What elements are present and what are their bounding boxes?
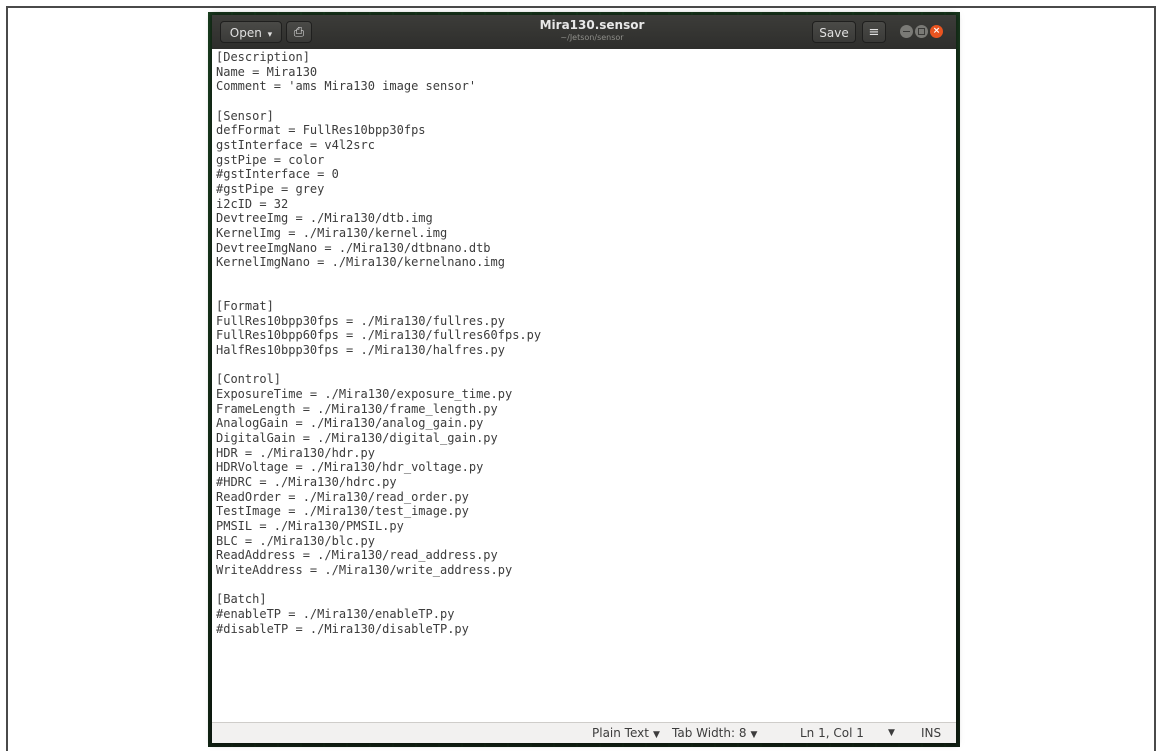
code-line[interactable]: Comment = 'ams Mira130 image sensor' xyxy=(216,79,956,94)
code-line[interactable]: #gstPipe = grey xyxy=(216,182,956,197)
code-line[interactable]: DevtreeImg = ./Mira130/dtb.img xyxy=(216,211,956,226)
code-line[interactable]: ReadAddress = ./Mira130/read_address.py xyxy=(216,548,956,563)
insert-mode-indicator: INS xyxy=(921,726,942,740)
code-line[interactable]: [Batch] xyxy=(216,592,956,607)
cursor-position[interactable]: Ln 1, Col 1 xyxy=(800,725,864,742)
hamburger-menu-button[interactable]: ≡ xyxy=(862,21,886,43)
minimize-icon[interactable] xyxy=(900,25,913,38)
code-line[interactable]: gstPipe = color xyxy=(216,153,956,168)
code-line[interactable] xyxy=(216,270,956,285)
close-icon[interactable]: × xyxy=(930,25,943,38)
code-line[interactable] xyxy=(216,358,956,373)
code-line[interactable]: ReadOrder = ./Mira130/read_order.py xyxy=(216,490,956,505)
code-line[interactable]: WriteAddress = ./Mira130/write_address.p… xyxy=(216,563,956,578)
text-editor-window: Open ▾ ⎙ Mira130.sensor ~/Jetson/sensor … xyxy=(212,15,956,743)
code-line[interactable]: defFormat = FullRes10bpp30fps xyxy=(216,123,956,138)
code-line[interactable]: [Sensor] xyxy=(216,109,956,124)
document-icon: ⎙ xyxy=(293,25,305,40)
tab-width-selector[interactable]: Tab Width: 8 ▼ xyxy=(672,725,757,744)
code-line[interactable]: HDRVoltage = ./Mira130/hdr_voltage.py xyxy=(216,460,956,475)
window-subtitle: ~/Jetson/sensor xyxy=(560,33,624,42)
code-line[interactable]: HalfRes10bpp30fps = ./Mira130/halfres.py xyxy=(216,343,956,358)
code-line[interactable] xyxy=(216,285,956,300)
code-line[interactable]: AnalogGain = ./Mira130/analog_gain.py xyxy=(216,416,956,431)
code-line[interactable]: [Description] xyxy=(216,50,956,65)
maximize-icon[interactable] xyxy=(915,25,928,38)
code-line[interactable]: gstInterface = v4l2src xyxy=(216,138,956,153)
code-line[interactable]: FrameLength = ./Mira130/frame_length.py xyxy=(216,402,956,417)
text-editor-area[interactable]: [Description] Name = Mira130 Comment = 'am… xyxy=(212,49,956,722)
dropdown-arrow-icon: ▼ xyxy=(652,730,660,740)
code-line[interactable]: #HDRC = ./Mira130/hdrc.py xyxy=(216,475,956,490)
code-line[interactable]: KernelImg = ./Mira130/kernel.img xyxy=(216,226,956,241)
chevron-down-icon: ▾ xyxy=(267,30,273,40)
open-button[interactable]: Open ▾ xyxy=(220,21,282,43)
code-line[interactable] xyxy=(216,578,956,593)
code-line[interactable]: Name = Mira130 xyxy=(216,65,956,80)
language-label: Plain Text xyxy=(592,726,649,740)
code-line[interactable]: PMSIL = ./Mira130/PMSIL.py xyxy=(216,519,956,534)
code-line[interactable]: BLC = ./Mira130/blc.py xyxy=(216,534,956,549)
code-line[interactable]: KernelImgNano = ./Mira130/kernelnano.img xyxy=(216,255,956,270)
code-line[interactable]: i2cID = 32 xyxy=(216,197,956,212)
dropdown-arrow-icon: ▼ xyxy=(750,730,758,740)
save-button[interactable]: Save xyxy=(812,21,856,43)
code-line[interactable]: TestImage = ./Mira130/test_image.py xyxy=(216,504,956,519)
code-line[interactable]: #disableTP = ./Mira130/disableTP.py xyxy=(216,622,956,637)
status-bar: Plain Text ▼ Tab Width: 8 ▼ Ln 1, Col 1 ▼ … xyxy=(212,722,956,743)
file-content[interactable]: [Description] Name = Mira130 Comment = 'am… xyxy=(212,49,956,636)
window-title: Mira130.sensor xyxy=(539,18,645,32)
code-line[interactable] xyxy=(216,94,956,109)
position-dropdown-icon[interactable]: ▼ xyxy=(888,725,895,742)
tab-width-label: Tab Width: 8 xyxy=(672,726,747,740)
code-line[interactable]: [Format] xyxy=(216,299,956,314)
window-title-area: Mira130.sensor ~/Jetson/sensor xyxy=(492,18,692,43)
code-line[interactable]: DevtreeImgNano = ./Mira130/dtbnano.dtb xyxy=(216,241,956,256)
code-line[interactable]: FullRes10bpp30fps = ./Mira130/fullres.py xyxy=(216,314,956,329)
menu-icon: ≡ xyxy=(868,25,880,40)
header-bar: Open ▾ ⎙ Mira130.sensor ~/Jetson/sensor … xyxy=(212,15,956,49)
code-line[interactable]: #enableTP = ./Mira130/enableTP.py xyxy=(216,607,956,622)
code-line[interactable]: ExposureTime = ./Mira130/exposure_time.p… xyxy=(216,387,956,402)
code-line[interactable]: DigitalGain = ./Mira130/digital_gain.py xyxy=(216,431,956,446)
code-line[interactable]: [Control] xyxy=(216,372,956,387)
code-line[interactable]: HDR = ./Mira130/hdr.py xyxy=(216,446,956,461)
language-selector[interactable]: Plain Text ▼ xyxy=(592,725,660,744)
code-line[interactable]: FullRes10bpp60fps = ./Mira130/fullres60f… xyxy=(216,328,956,343)
new-document-button[interactable]: ⎙ xyxy=(286,21,312,43)
code-line[interactable]: #gstInterface = 0 xyxy=(216,167,956,182)
open-button-label: Open xyxy=(229,26,262,40)
